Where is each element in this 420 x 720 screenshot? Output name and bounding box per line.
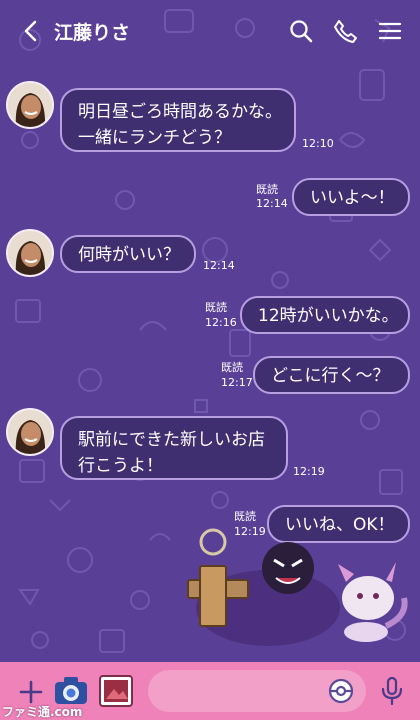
message-bubble-outgoing[interactable]: どこに行く～？ (253, 356, 410, 394)
pokeball-icon[interactable] (328, 678, 354, 704)
watermark: ファミ通.com (2, 705, 83, 719)
ghost-pokemon-sticker[interactable] (178, 520, 410, 655)
avatar[interactable] (6, 408, 54, 456)
message-time: 12:16 (205, 316, 237, 329)
back-chevron-icon[interactable] (18, 18, 44, 44)
chat-title: 江藤りさ (54, 22, 131, 44)
message-text-line: 明日昼ごろ時間あるかな。 (78, 102, 282, 122)
message-text-line: 一緒にランチどう？ (78, 128, 231, 148)
message-bubble-outgoing[interactable]: いいよ～！ (292, 178, 410, 216)
avatar[interactable] (6, 229, 54, 277)
message-bubble-outgoing[interactable]: 12時がいいかな。 (240, 296, 410, 334)
avatar-photo-icon (8, 410, 52, 454)
menu-icon[interactable] (377, 18, 403, 44)
chat-header: 江藤りさ (0, 0, 420, 62)
message-input[interactable] (148, 670, 366, 712)
message-bubble-incoming[interactable]: 明日昼ごろ時間あるかな。 一緒にランチどう？ (60, 88, 296, 152)
message-time: 12:19 (293, 465, 325, 478)
avatar[interactable] (6, 81, 54, 129)
message-text-line: 駅前にできた新しいお店 (78, 430, 265, 450)
message-time: 12:17 (221, 376, 253, 389)
avatar-photo-icon (8, 231, 52, 275)
search-icon[interactable] (288, 18, 314, 44)
plus-icon[interactable] (18, 679, 44, 705)
message-bubble-incoming[interactable]: 何時がいい？ (60, 235, 196, 273)
image-icon[interactable] (98, 673, 134, 709)
read-receipt: 既読 (205, 301, 227, 314)
message-text-line: 行こうよ！ (78, 456, 163, 476)
message-time: 12:14 (256, 197, 288, 210)
read-receipt: 既読 (256, 183, 278, 196)
message-time: 12:14 (203, 259, 235, 272)
message-bubble-incoming[interactable]: 駅前にできた新しいお店 行こうよ！ (60, 416, 288, 480)
read-receipt: 既読 (221, 361, 243, 374)
message-time: 12:10 (302, 137, 334, 150)
phone-icon[interactable] (332, 18, 358, 44)
avatar-photo-icon (8, 83, 52, 127)
microphone-icon[interactable] (380, 676, 404, 706)
